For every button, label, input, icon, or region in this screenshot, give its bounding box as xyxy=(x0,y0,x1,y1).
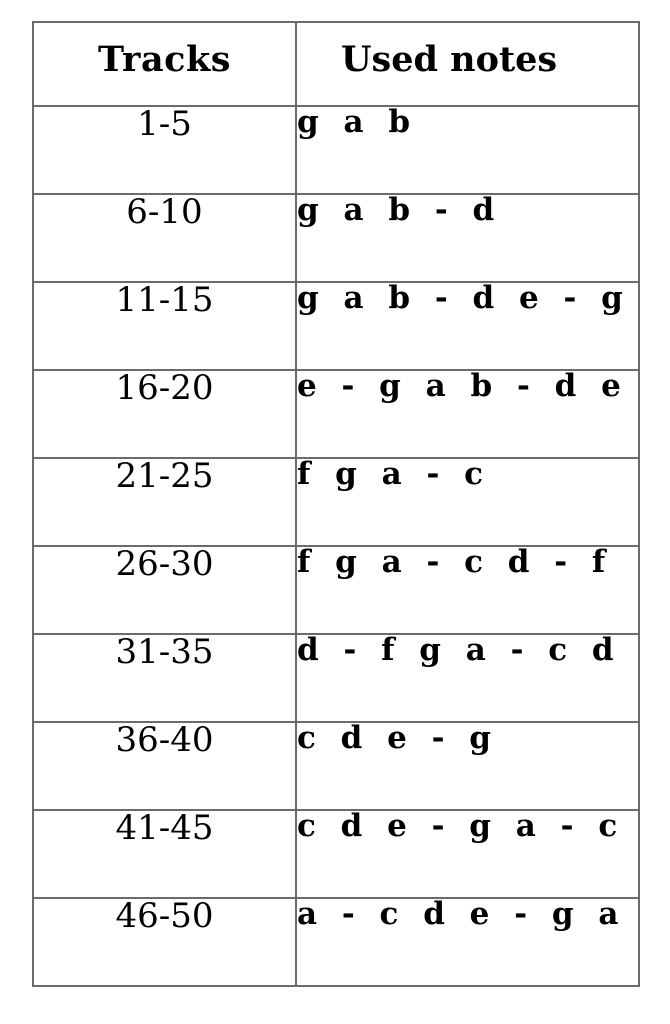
cell-used-notes: a - c d e - g a xyxy=(295,897,640,987)
cell-used-notes: f g a - c d - f xyxy=(295,545,640,635)
table-header: Tracks Used notes xyxy=(32,21,640,107)
cell-used-notes: f g a - c xyxy=(295,457,640,547)
cell-tracks: 31-35 xyxy=(32,633,297,723)
table-row: 36-40 c d e - g xyxy=(32,721,640,811)
cell-used-notes: c d e - g a - c xyxy=(295,809,640,899)
cell-tracks: 36-40 xyxy=(32,721,297,811)
cell-tracks: 26-30 xyxy=(32,545,297,635)
column-header-used-notes: Used notes xyxy=(295,21,640,107)
cell-used-notes: c d e - g xyxy=(295,721,640,811)
cell-used-notes: g a b xyxy=(295,105,640,195)
cell-used-notes: e - g a b - d e xyxy=(295,369,640,459)
cell-tracks: 1-5 xyxy=(32,105,297,195)
table-row: 21-25 f g a - c xyxy=(32,457,640,547)
column-header-tracks: Tracks xyxy=(32,21,297,107)
table-row: 41-45 c d e - g a - c xyxy=(32,809,640,899)
cell-tracks: 16-20 xyxy=(32,369,297,459)
cell-used-notes: g a b - d xyxy=(295,193,640,283)
tracks-used-notes-table: Tracks Used notes 1-5 g a b 6-10 g a b -… xyxy=(32,21,640,987)
page-container: Tracks Used notes 1-5 g a b 6-10 g a b -… xyxy=(0,0,670,1024)
cell-tracks: 46-50 xyxy=(32,897,297,987)
table-row: 46-50 a - c d e - g a xyxy=(32,897,640,987)
table-header-row: Tracks Used notes xyxy=(32,21,640,107)
cell-used-notes: d - f g a - c d xyxy=(295,633,640,723)
table-row: 31-35 d - f g a - c d xyxy=(32,633,640,723)
table-row: 26-30 f g a - c d - f xyxy=(32,545,640,635)
table-row: 6-10 g a b - d xyxy=(32,193,640,283)
cell-used-notes: g a b - d e - g xyxy=(295,281,640,371)
table-row: 1-5 g a b xyxy=(32,105,640,195)
cell-tracks: 41-45 xyxy=(32,809,297,899)
cell-tracks: 11-15 xyxy=(32,281,297,371)
cell-tracks: 6-10 xyxy=(32,193,297,283)
cell-tracks: 21-25 xyxy=(32,457,297,547)
table-row: 11-15 g a b - d e - g xyxy=(32,281,640,371)
table-body: 1-5 g a b 6-10 g a b - d 11-15 g a b - d… xyxy=(32,105,640,987)
table-row: 16-20 e - g a b - d e xyxy=(32,369,640,459)
